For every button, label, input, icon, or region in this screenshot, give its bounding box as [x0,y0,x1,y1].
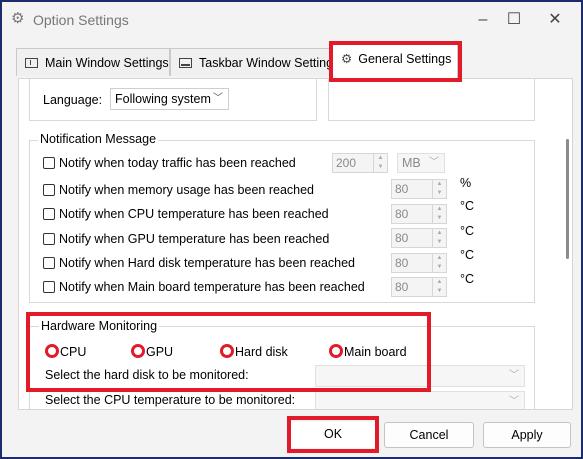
notify-gpu-temp-row: Notify when GPU temperature has been rea… [43,232,329,246]
notify-cpu-temp-checkbox[interactable] [43,208,55,220]
spin-arrows-icon[interactable]: ▲ ▼ [432,205,446,223]
hardware-title: Hardware Monitoring [39,319,160,333]
spin-arrows-icon[interactable]: ▲ ▼ [432,254,446,272]
radio-icon [220,344,234,358]
spin-arrows-icon[interactable]: ▲ ▼ [432,229,446,247]
window-title: Option Settings [33,12,129,28]
notify-disk-temp-checkbox[interactable] [43,257,55,269]
radio-cpu-label: CPU [60,345,87,359]
notify-memory-row: Notify when memory usage has been reache… [43,183,314,197]
cpu-temp-select[interactable]: ﹀ [315,391,525,409]
language-label: Language: [43,93,103,107]
chevron-down-icon: ﹀ [509,370,519,381]
radio-gpu[interactable]: GPU [131,344,173,359]
notify-memory-checkbox[interactable] [43,184,55,196]
cpu-temp-unit: °C [460,199,475,213]
cpu-temp-spinbox[interactable]: 80 ▲ ▼ [391,204,447,224]
radio-hard-disk-label: Hard disk [235,345,288,359]
tab-label: Main Window Settings [45,56,169,70]
memory-unit: % [460,176,472,190]
gpu-temp-value: 80 [395,231,409,245]
notify-disk-temp-label: Notify when Hard disk temperature has be… [59,256,355,270]
notify-board-temp-label: Notify when Main board temperature has b… [59,280,365,294]
traffic-unit: MB [402,156,421,170]
maximize-button[interactable]: ☐ [499,8,529,32]
tab-taskbar-window-settings[interactable]: Taskbar Window Settings [170,48,339,76]
notification-title: Notification Message [38,132,159,146]
notify-traffic-row: Notify when today traffic has been reach… [43,156,296,170]
language-value: Following system [115,92,211,106]
gpu-temp-spinbox[interactable]: 80 ▲ ▼ [391,228,447,248]
board-temp-unit: °C [460,272,475,286]
chevron-down-icon: ﹀ [213,93,223,104]
board-temp-value: 80 [395,280,409,294]
notify-board-temp-checkbox[interactable] [43,281,55,293]
hard-disk-select-label: Select the hard disk to be monitored: [45,368,249,382]
settings-gear-icon: ⚙ [11,10,25,27]
cancel-button[interactable]: Cancel [384,422,474,448]
cpu-temp-value: 80 [395,207,409,221]
disk-temp-value: 80 [395,256,409,270]
notify-traffic-label: Notify when today traffic has been reach… [59,156,296,170]
tab-label: General Settings [358,52,452,66]
apply-button[interactable]: Apply [483,422,571,448]
radio-main-board[interactable]: Main board [329,344,407,359]
chevron-down-icon: ﹀ [509,396,519,407]
radio-icon [131,344,145,358]
memory-spinbox[interactable]: 80 ▲ ▼ [391,179,447,199]
option-settings-window: ⚙ Option Settings – ☐ ✕ Main Window Sett… [0,0,583,459]
radio-gpu-label: GPU [146,345,174,359]
notify-cpu-temp-label: Notify when CPU temperature has been rea… [59,207,329,221]
radio-main-board-label: Main board [344,345,407,359]
spin-arrows-icon[interactable]: ▲ ▼ [432,180,446,198]
cpu-temp-select-label: Select the CPU temperature to be monitor… [45,393,296,407]
tab-label: Taskbar Window Settings [199,56,340,70]
hard-disk-select[interactable]: ﹀ [315,365,525,387]
notify-gpu-temp-label: Notify when GPU temperature has been rea… [59,232,330,246]
memory-value: 80 [395,182,409,196]
tab-main-window-settings[interactable]: Main Window Settings [16,48,170,76]
traffic-value: 200 [336,156,357,170]
cancel-label: Cancel [409,428,449,442]
disk-temp-unit: °C [460,248,475,262]
ok-label: OK [323,427,343,441]
radio-hard-disk[interactable]: Hard disk [220,344,288,359]
radio-icon [329,344,343,358]
language-select[interactable]: Following system ﹀ [110,88,229,110]
vertical-scrollbar[interactable] [560,79,572,409]
apply-label: Apply [511,428,543,442]
scrollbar-thumb[interactable] [566,139,569,259]
minimize-button[interactable]: – [468,8,498,32]
right-group [328,79,535,121]
traffic-spinbox[interactable]: 200 ▲ ▼ [332,153,388,173]
notify-traffic-checkbox[interactable] [43,157,55,169]
notify-cpu-temp-row: Notify when CPU temperature has been rea… [43,207,329,221]
notify-gpu-temp-checkbox[interactable] [43,233,55,245]
notify-memory-label: Notify when memory usage has been reache… [59,183,315,197]
spin-arrows-icon[interactable]: ▲ ▼ [432,278,446,296]
notify-disk-temp-row: Notify when Hard disk temperature has be… [43,256,355,270]
traffic-unit-select[interactable]: MB ﹀ [397,153,445,173]
taskbar-icon [179,58,192,68]
general-settings-panel: Language: Following system ﹀ Notificatio… [18,78,573,410]
close-button[interactable]: ✕ [540,8,570,32]
board-temp-spinbox[interactable]: 80 ▲ ▼ [391,277,447,297]
tab-general-settings[interactable]: ⚙ General Settings [332,44,458,78]
disk-temp-spinbox[interactable]: 80 ▲ ▼ [391,253,447,273]
notify-board-temp-row: Notify when Main board temperature has b… [43,280,365,294]
ok-button[interactable]: OK [290,422,376,448]
chevron-down-icon: ﹀ [429,157,439,168]
window-icon [25,58,38,68]
spin-arrows-icon[interactable]: ▲ ▼ [373,154,387,172]
title-bar: ⚙ Option Settings – ☐ ✕ [2,2,581,38]
gear-icon: ⚙ [341,52,353,66]
radio-icon [45,344,59,358]
gpu-temp-unit: °C [460,224,475,238]
radio-cpu[interactable]: CPU [45,344,86,359]
